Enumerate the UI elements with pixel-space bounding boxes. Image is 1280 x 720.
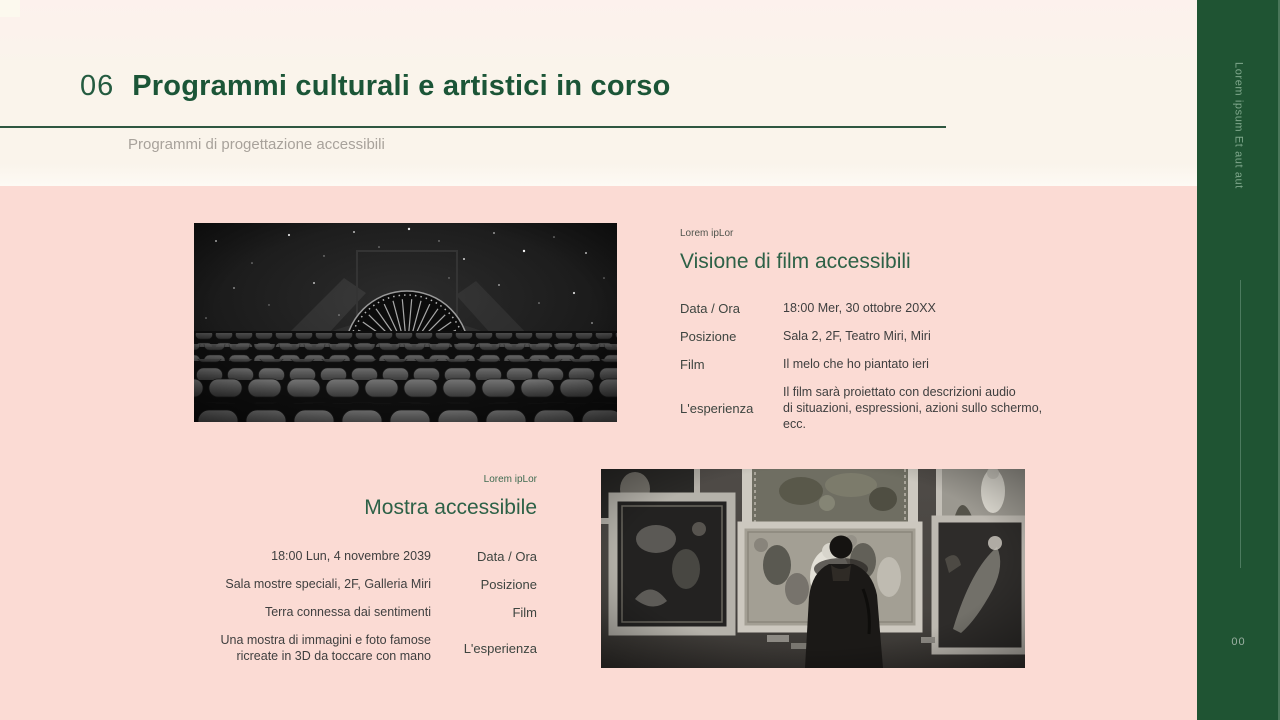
row-label: L'esperienza: [437, 641, 537, 656]
row-value: Il melo che ho piantato ieri: [783, 356, 1060, 372]
slide-header: 06 Programmi culturali e artistici in co…: [0, 0, 1197, 186]
eyebrow-label: Lorem ipLor: [680, 228, 1060, 240]
row-value: Il film sarà proiettato con descrizioni …: [783, 384, 1060, 432]
row-label: Data / Ora: [437, 549, 537, 564]
slide-body: THEATRE Lorem ipLor Visione di film acce…: [0, 186, 1197, 720]
row-label: Film: [680, 357, 783, 372]
row-value: 18:00 Mer, 30 ottobre 20XX: [783, 300, 1060, 316]
page-number: 00: [1197, 636, 1280, 648]
eyebrow-label: Lorem ipLor: [157, 474, 537, 486]
right-sidebar: Lorem ipsum Et aut aut 00: [1197, 0, 1280, 720]
gallery-photo: [601, 469, 1025, 668]
section-heading: Mostra accessibile: [157, 494, 537, 522]
row-value: Una mostra di immagini e foto famose ric…: [157, 632, 431, 664]
detail-rows: 18:00 Lun, 4 novembre 2039 Data / Ora Sa…: [157, 548, 537, 664]
exhibition-info-block: Lorem ipLor Mostra accessibile 18:00 Lun…: [157, 474, 537, 664]
row-value: Terra connessa dai sentimenti: [157, 604, 431, 620]
corner-accent: [0, 0, 20, 17]
title-row: 06 Programmi culturali e artistici in co…: [80, 70, 670, 103]
section-heading: Visione di film accessibili: [680, 248, 1060, 276]
row-label: Posizione: [437, 577, 537, 592]
page-subtitle: Programmi di progettazione accessibili: [128, 136, 385, 153]
slide-number: 06: [80, 70, 114, 103]
row-value: Sala mostre speciali, 2F, Galleria Miri: [157, 576, 431, 592]
cinema-photo: THEATRE: [194, 223, 617, 422]
title-underline: [0, 126, 946, 128]
detail-rows: Data / Ora 18:00 Mer, 30 ottobre 20XX Po…: [680, 300, 1060, 432]
film-info-block: Lorem ipLor Visione di film accessibili …: [680, 228, 1060, 432]
sidebar-divider-line: [1240, 280, 1241, 568]
row-label: Film: [437, 605, 537, 620]
row-value: 18:00 Lun, 4 novembre 2039: [157, 548, 431, 564]
row-value: Sala 2, 2F, Teatro Miri, Miri: [783, 328, 1060, 344]
page-title: Programmi culturali e artistici in corso: [132, 70, 670, 103]
sidebar-vertical-text: Lorem ipsum Et aut aut: [1233, 62, 1245, 189]
row-label: L'esperienza: [680, 401, 783, 416]
row-label: Posizione: [680, 329, 783, 344]
row-label: Data / Ora: [680, 301, 783, 316]
